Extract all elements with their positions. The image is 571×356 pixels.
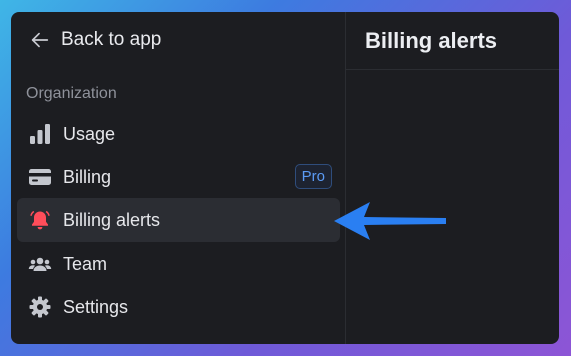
bar-chart-icon <box>27 121 53 147</box>
sidebar-item-label: Billing alerts <box>63 209 161 230</box>
page-title: Billing alerts <box>346 12 559 70</box>
sidebar-item-settings[interactable]: Settings <box>17 285 340 329</box>
sidebar-item-label: Settings <box>63 296 129 317</box>
sidebar-item-team[interactable]: Team <box>17 242 340 286</box>
section-label-organization: Organization <box>26 85 117 102</box>
pro-badge: Pro <box>294 164 332 189</box>
gear-icon <box>27 294 53 320</box>
sidebar-item-billing[interactable]: Billing Pro <box>17 155 340 199</box>
settings-window: Back to app Organization Usage Billing P… <box>11 12 559 344</box>
credit-card-icon <box>27 164 53 190</box>
sidebar-item-usage[interactable]: Usage <box>17 112 340 156</box>
bell-icon <box>27 207 53 233</box>
sidebar: Back to app Organization Usage Billing P… <box>11 12 346 344</box>
people-icon <box>27 251 53 277</box>
sidebar-item-billing-alerts[interactable]: Billing alerts <box>17 198 340 242</box>
back-to-app-link[interactable]: Back to app <box>29 29 161 51</box>
arrow-left-icon <box>31 32 49 48</box>
sidebar-item-label: Team <box>63 253 108 274</box>
main-panel: Billing alerts <box>346 12 559 344</box>
sidebar-item-label: Usage <box>63 123 116 144</box>
back-label: Back to app <box>61 29 162 50</box>
sidebar-item-label: Billing <box>63 166 112 187</box>
